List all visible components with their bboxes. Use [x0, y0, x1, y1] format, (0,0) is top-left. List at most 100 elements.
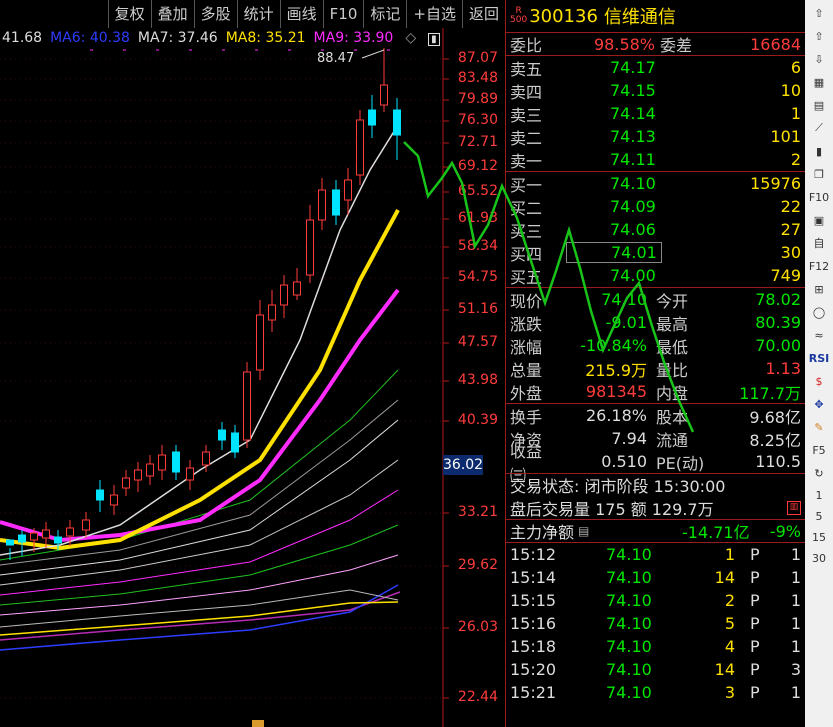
period-1[interactable]: 1: [808, 486, 830, 504]
asks-vol: 101: [770, 127, 801, 146]
f10-icon[interactable]: F10: [808, 187, 830, 207]
bids-price: 74.09: [610, 197, 656, 216]
candle-body: [172, 451, 180, 473]
asks-price: 74.11: [610, 150, 656, 169]
price-tick: 61.93: [457, 210, 498, 226]
stat-value: 80.39: [755, 313, 801, 332]
candle-body: [393, 109, 401, 136]
main-flow-pct: -9%: [769, 521, 801, 541]
candle-body: [96, 489, 104, 501]
kline-svg: 88.47: [0, 0, 449, 727]
up-arrow-icon[interactable]: ⇧: [808, 3, 830, 23]
bids-row: 买四 74.01 30: [510, 242, 801, 264]
bids-vol: 22: [780, 197, 801, 216]
candle-body: [30, 532, 38, 541]
candle-body: [243, 371, 251, 441]
tick-row: 15:14 74.10 14 P 1: [510, 568, 801, 587]
stat-row: 换手 26.18% 股本 9.68亿: [506, 404, 805, 427]
dollar-icon[interactable]: $: [808, 371, 830, 391]
candle-body: [344, 179, 352, 201]
stat-value: 981345: [585, 382, 647, 401]
f12-icon[interactable]: F12: [808, 256, 830, 276]
current-price-label: 36.02: [443, 455, 484, 475]
price-tick: 33.21: [457, 504, 498, 520]
up-outline-icon[interactable]: ⇧: [808, 26, 830, 46]
stat-value: 26.18%: [585, 406, 647, 425]
refresh-icon[interactable]: ↻: [808, 463, 830, 483]
asks-vol: 10: [780, 81, 801, 100]
candle-body: [134, 469, 142, 481]
candle-body: [18, 534, 26, 543]
period-30[interactable]: 30: [808, 549, 830, 567]
toolbar-btn-8[interactable]: 返回: [461, 0, 505, 28]
down-outline-icon[interactable]: ⇩: [808, 49, 830, 69]
price-tick: 76.30: [457, 112, 498, 128]
main-flow-row[interactable]: 主力净额 ▤ -14.71亿 -9%: [506, 519, 805, 542]
asks-row: 卖四 74.15 10: [510, 81, 801, 102]
diamond-icon[interactable]: ◇: [405, 30, 416, 46]
copy-icon[interactable]: ❐: [808, 164, 830, 184]
rating-badge: R 500: [510, 6, 528, 25]
zi-icon[interactable]: 自: [808, 233, 830, 253]
ma-legend-item: 41.68: [2, 30, 43, 46]
toolbar-btn-4[interactable]: 画线: [279, 0, 323, 28]
ma-legend-item: MA9: 33.90: [313, 30, 394, 46]
high-label: 88.47: [317, 51, 354, 66]
toolbar-btn-2[interactable]: 多股: [193, 0, 237, 28]
candle-body: [54, 536, 62, 544]
asks-vol: 1: [790, 104, 801, 123]
bids-row: 买一 74.10 15976: [510, 174, 801, 195]
asks-price: 74.15: [610, 81, 656, 100]
toolbar-btn-6[interactable]: 标记: [363, 0, 406, 28]
f-tile-icon[interactable]: ▣: [808, 210, 830, 230]
toolbar-btn-0[interactable]: 复权: [107, 0, 151, 28]
period-5[interactable]: 5: [808, 507, 830, 525]
weibi-row: 委比 98.58% 委差 16684: [506, 32, 805, 55]
bid-book: 买一 74.10 15976 买二 74.09 22 买三 74.06 27 买四 74.01 30 买…: [506, 171, 805, 287]
f5-icon[interactable]: F5: [808, 440, 830, 460]
candle-body: [293, 281, 301, 296]
kline-chart[interactable]: 88.47 复权 叠加 多股 统计 画线 F10 标记 +自选 返回 41.68 MA6: 40.…: [0, 0, 505, 727]
ma-line: [0, 419, 399, 576]
period-15[interactable]: 15: [808, 528, 830, 546]
stat-value: 8.25亿: [749, 430, 801, 450]
price-tick: 40.39: [457, 412, 498, 428]
stat-row: 总量 215.9万 量比 1.13: [506, 357, 805, 380]
stock-name: 信维通信: [603, 7, 676, 28]
stat-row: 现价 74.10 今开 78.02: [510, 290, 801, 311]
stat-value: 70.00: [755, 336, 801, 355]
panel-toggle-icon[interactable]: ▮: [428, 33, 440, 46]
chart-bar-icon[interactable]: ▤: [808, 95, 830, 115]
stat-row: 外盘 981345 内盘 117.7万: [506, 380, 805, 403]
main-flow-value: -14.71亿: [682, 523, 750, 542]
candle-body: [380, 84, 388, 106]
wave-icon[interactable]: ≈: [808, 325, 830, 345]
toolbar-btn-1[interactable]: 叠加: [150, 0, 194, 28]
stat-value: 1.13: [765, 359, 801, 378]
pen-icon[interactable]: ✎: [808, 417, 830, 437]
circle-icon[interactable]: ◯: [808, 302, 830, 322]
ma-line: [0, 209, 400, 551]
candle-body: [186, 467, 194, 481]
candle-body: [218, 429, 226, 441]
ma-line: [0, 459, 399, 586]
bids-vol: 27: [780, 220, 801, 239]
toolbar-btn-3[interactable]: 统计: [236, 0, 280, 28]
calendar-icon[interactable]: ▦: [808, 72, 830, 92]
price-axis: 87.07 83.48 79.89 76.30 72.71 69.12 65.52 61.93…: [443, 40, 505, 727]
move-icon[interactable]: ✥: [808, 394, 830, 414]
asks-row: 卖五 74.17 6: [510, 58, 801, 79]
toolbar-btn-7[interactable]: +自选: [406, 0, 462, 28]
toolbar-btn-5[interactable]: F10: [322, 0, 364, 28]
bids-row: 买二 74.09 22: [510, 197, 801, 218]
detail-icon[interactable]: ▥: [787, 500, 801, 515]
line-chart-icon[interactable]: ⟋: [808, 118, 830, 138]
price-tick: 69.12: [457, 158, 498, 174]
price-tick: 58.34: [457, 238, 498, 254]
rsi-icon[interactable]: RSI: [808, 348, 830, 368]
candle-icon[interactable]: ▮: [808, 141, 830, 161]
zoom-icon[interactable]: ⊞: [808, 279, 830, 299]
tick-row: 15:20 74.10 14 P 3: [510, 660, 801, 679]
candle-body: [280, 284, 288, 306]
stat-row: 涨幅 -10.84% 最低 70.00: [510, 336, 801, 357]
